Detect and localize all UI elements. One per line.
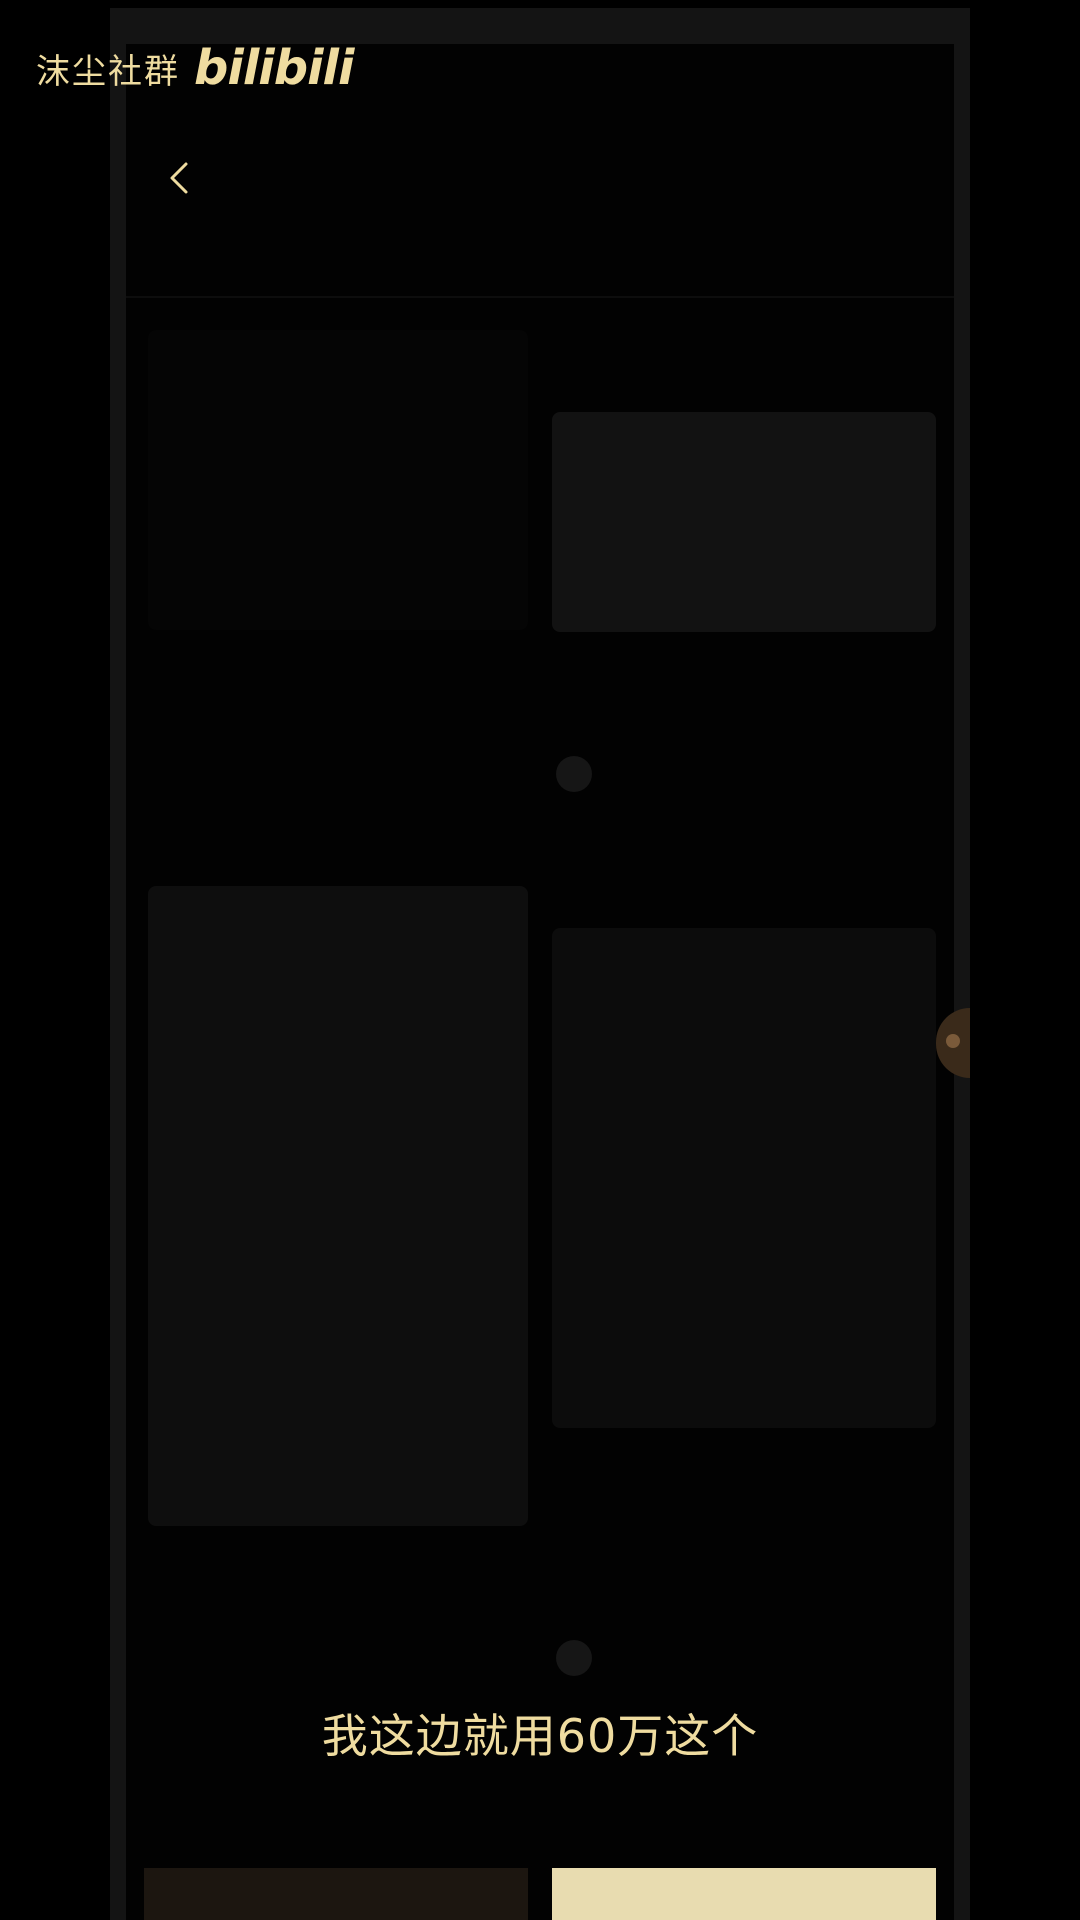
channel-name: 沫尘社群 (36, 51, 180, 92)
product-card[interactable] (552, 928, 936, 1676)
video-subtitle: 我这边就用60万这个 (321, 1709, 759, 1763)
avatar (556, 756, 592, 792)
back-button[interactable] (160, 158, 200, 198)
product-image (148, 886, 528, 1526)
product-image (144, 1868, 528, 1920)
bilibili-logo: bilibili (194, 40, 354, 96)
avatar (556, 1640, 592, 1676)
header-divider (126, 296, 954, 298)
product-image (148, 330, 528, 630)
product-card[interactable] (148, 330, 528, 850)
product-image (552, 928, 936, 1428)
watermark: 沫尘社群 bilibili (36, 40, 354, 96)
product-card[interactable] (552, 412, 936, 792)
product-card[interactable] (148, 886, 528, 1546)
product-image (552, 1868, 936, 1920)
product-image (552, 412, 936, 632)
chevron-left-icon (170, 162, 188, 194)
